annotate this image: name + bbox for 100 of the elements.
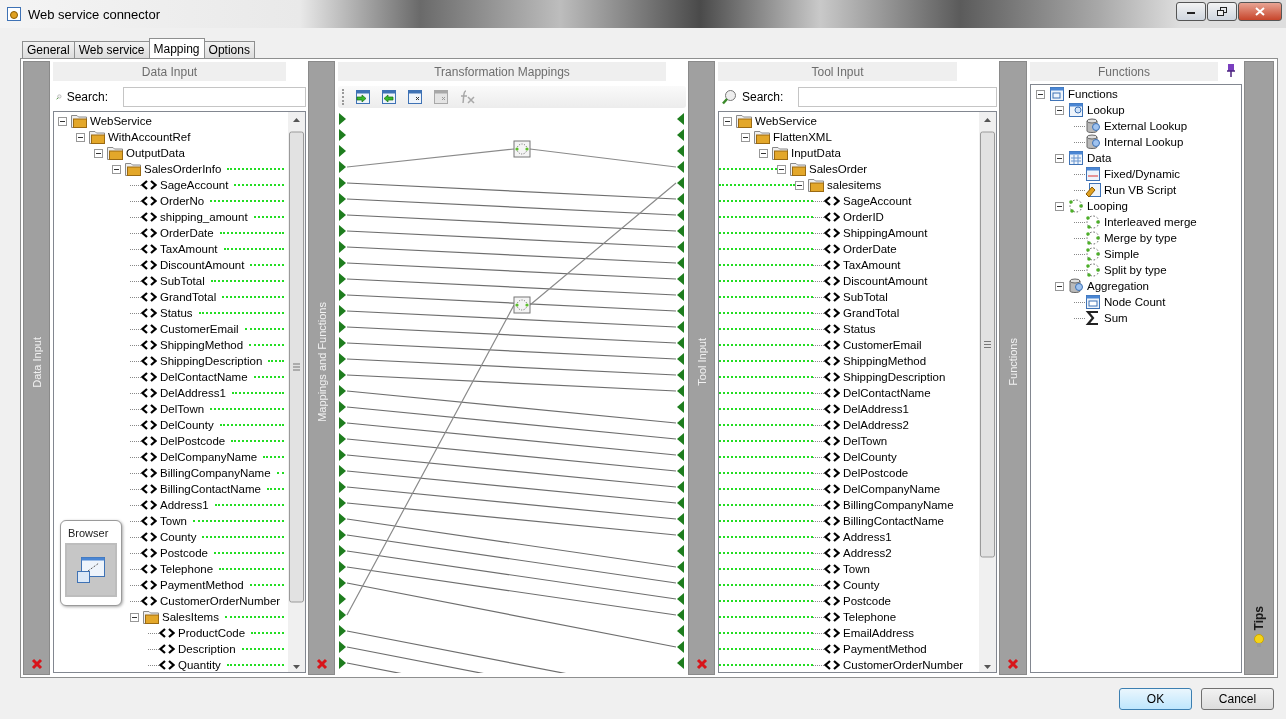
tree-item-label[interactable]: Status: [160, 307, 193, 319]
tree-item-label[interactable]: TaxAmount: [160, 243, 218, 255]
collapse-button[interactable]: [1055, 201, 1064, 211]
tree-item-label[interactable]: SageAccount: [160, 179, 229, 191]
tree-item-label[interactable]: DelCompanyName: [160, 451, 258, 463]
tree-item-label[interactable]: Address2: [843, 547, 892, 559]
tab[interactable]: General: [22, 41, 75, 58]
tree-item-label[interactable]: InputData: [791, 147, 841, 159]
tab[interactable]: Web service: [73, 41, 150, 58]
tree-item-label[interactable]: County: [160, 531, 197, 543]
tree-item-label[interactable]: Postcode: [160, 547, 208, 559]
collapse-button[interactable]: [130, 612, 139, 622]
tree-item-label[interactable]: Description: [178, 643, 236, 655]
tree-item-label[interactable]: Telephone: [843, 611, 897, 623]
tree-item-label[interactable]: ShippingDescription: [160, 355, 263, 367]
tree-item-label[interactable]: SageAccount: [843, 195, 912, 207]
tree-item-label[interactable]: DelTown: [843, 435, 888, 447]
collapse-button[interactable]: [759, 148, 768, 158]
tree-item-label[interactable]: DelContactName: [843, 387, 931, 399]
tree-item-label[interactable]: Data: [1087, 152, 1112, 164]
tree-item-label[interactable]: External Lookup: [1104, 120, 1188, 132]
collapse-button[interactable]: [1055, 153, 1064, 163]
tree-item-label[interactable]: shipping_amount: [160, 211, 248, 223]
tab[interactable]: Mapping: [148, 38, 205, 58]
tree-item-label[interactable]: Quantity: [178, 659, 221, 671]
tree-item-label[interactable]: Simple: [1104, 248, 1140, 260]
tree-item-label[interactable]: DiscountAmount: [160, 259, 245, 271]
tree-item-label[interactable]: ShippingDescription: [843, 371, 946, 383]
close-button[interactable]: [1238, 1, 1282, 21]
tree-item-label[interactable]: salesitems: [827, 179, 882, 191]
tree-item-label[interactable]: Sum: [1104, 312, 1128, 324]
tree-item-label[interactable]: TaxAmount: [843, 259, 901, 271]
function-node[interactable]: [513, 140, 531, 158]
tree-item-label[interactable]: PaymentMethod: [160, 579, 244, 591]
tree-item-label[interactable]: DelPostcode: [160, 435, 226, 447]
tree-item-label[interactable]: Run VB Script: [1104, 184, 1177, 196]
tree-item-label[interactable]: SalesOrder: [809, 163, 868, 175]
tree-item-label[interactable]: ShippingMethod: [160, 339, 244, 351]
collapse-button[interactable]: [1036, 89, 1045, 99]
tree-item-label[interactable]: GrandTotal: [843, 307, 900, 319]
tree-item-label[interactable]: DelCompanyName: [843, 483, 941, 495]
tree-item-label[interactable]: ShippingAmount: [843, 227, 928, 239]
collapse-button[interactable]: [76, 132, 85, 142]
search-field[interactable]: [123, 87, 306, 107]
tree-item-label[interactable]: Postcode: [843, 595, 891, 607]
tree-item-label[interactable]: SubTotal: [843, 291, 888, 303]
collapse-button[interactable]: [723, 116, 732, 126]
tree-item-label[interactable]: DelAddress1: [160, 387, 226, 399]
tree-item-label[interactable]: FlattenXML: [773, 131, 832, 143]
tree-item-label[interactable]: OrderNo: [160, 195, 205, 207]
collapse-button[interactable]: [1055, 105, 1064, 115]
tree-item-label[interactable]: DelCounty: [160, 419, 214, 431]
restore-button[interactable]: [1207, 1, 1237, 21]
collapse-button[interactable]: [94, 148, 103, 158]
tree-item-label[interactable]: BillingCompanyName: [843, 499, 954, 511]
tree-item-label[interactable]: SubTotal: [160, 275, 205, 287]
tree-item-label[interactable]: Town: [160, 515, 187, 527]
tree-item-label[interactable]: GrandTotal: [160, 291, 217, 303]
tree-item-label[interactable]: DelAddress1: [843, 403, 909, 415]
tree-item-label[interactable]: OrderID: [843, 211, 884, 223]
dialog-button[interactable]: OK: [1119, 688, 1192, 710]
tree-item-label[interactable]: Aggregation: [1087, 280, 1150, 292]
tree-item-label[interactable]: CustomerEmail: [160, 323, 239, 335]
tree-item-label[interactable]: ProductCode: [178, 627, 246, 639]
toolbar-button[interactable]: [406, 88, 424, 106]
collapse-button[interactable]: [741, 132, 750, 142]
browser-button[interactable]: [65, 543, 117, 597]
tree-item-label[interactable]: Functions: [1068, 88, 1118, 100]
tree-item-label[interactable]: Looping: [1087, 200, 1128, 212]
tree-item-label[interactable]: OrderDate: [160, 227, 214, 239]
tree-item-label[interactable]: CustomerEmail: [843, 339, 922, 351]
tree-item-label[interactable]: DelCounty: [843, 451, 897, 463]
tree-item-label[interactable]: Address1: [160, 499, 209, 511]
tree-item-label[interactable]: Internal Lookup: [1104, 136, 1184, 148]
tree-item-label[interactable]: Split by type: [1104, 264, 1167, 276]
tree-item-label[interactable]: CustomerOrderNumber: [160, 595, 281, 607]
collapse-button[interactable]: [795, 180, 804, 190]
tree-item-label[interactable]: WebService: [90, 115, 152, 127]
tree-item-label[interactable]: BillingContactName: [843, 515, 944, 527]
tree-item-label[interactable]: WebService: [755, 115, 817, 127]
tree-item-label[interactable]: Merge by type: [1104, 232, 1177, 244]
tree-item-label[interactable]: Lookup: [1087, 104, 1125, 116]
tree-item-label[interactable]: CustomerOrderNumber: [843, 659, 964, 671]
tree-item-label[interactable]: DelContactName: [160, 371, 248, 383]
dialog-button[interactable]: Cancel: [1201, 688, 1274, 710]
tree-item-label[interactable]: SalesOrderInfo: [144, 163, 222, 175]
tree-item-label[interactable]: WithAccountRef: [108, 131, 191, 143]
scrollbar[interactable]: [288, 112, 305, 672]
tree-item-label[interactable]: OutputData: [126, 147, 185, 159]
collapse-button[interactable]: [58, 116, 67, 126]
tree-item-label[interactable]: Telephone: [160, 563, 214, 575]
search-field[interactable]: [798, 87, 997, 107]
tree-item-label[interactable]: OrderDate: [843, 243, 897, 255]
tree-item-label[interactable]: Address1: [843, 531, 892, 543]
toolbar-button[interactable]: [380, 88, 398, 106]
tree-item-label[interactable]: ShippingMethod: [843, 355, 927, 367]
tree-item-label[interactable]: Fixed/Dynamic: [1104, 168, 1181, 180]
collapse-button[interactable]: [112, 164, 121, 174]
tree-item-label[interactable]: Town: [843, 563, 870, 575]
function-node[interactable]: [513, 296, 531, 314]
